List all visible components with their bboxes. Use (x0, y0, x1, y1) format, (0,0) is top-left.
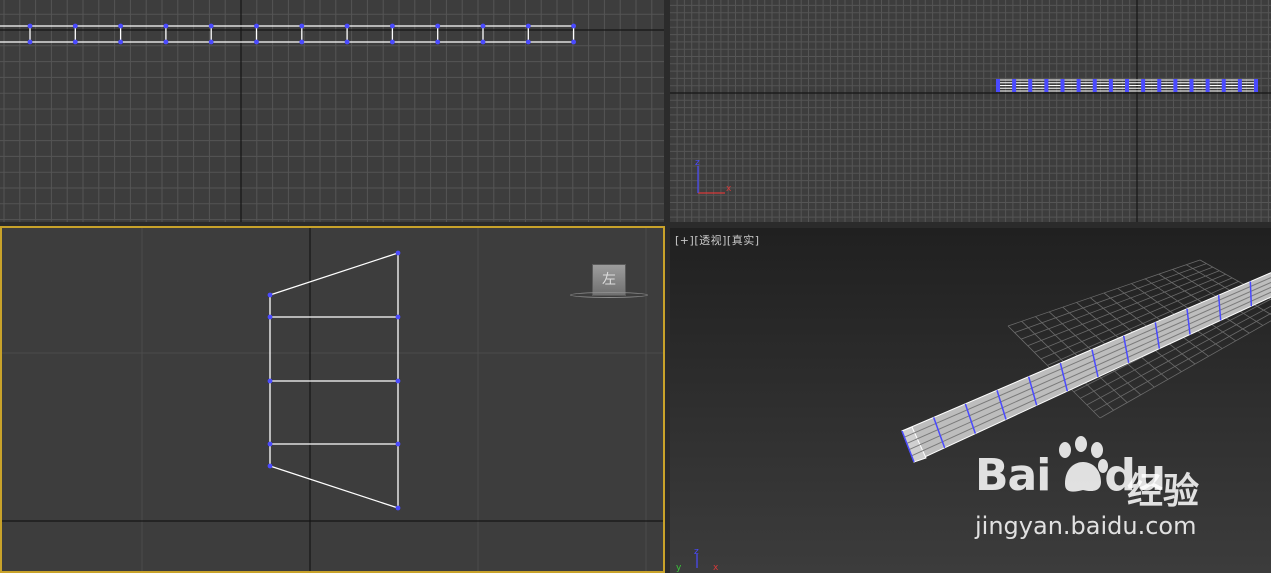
vertex-column (1060, 79, 1065, 92)
front-viewport-canvas: xz (670, 0, 1271, 222)
vertex-point (208, 39, 214, 45)
vertex-point (525, 39, 531, 45)
axis-z-label: z (695, 158, 700, 168)
vertex-column (1092, 79, 1097, 92)
vertex-point (480, 23, 486, 29)
left-viewport-canvas (0, 226, 665, 573)
beam-side-face (901, 272, 1271, 463)
beam-vertex-column (1249, 281, 1253, 307)
vertex-point (267, 314, 273, 320)
vertex-point (118, 23, 123, 29)
vertex-column (1108, 79, 1113, 92)
vertex-point (267, 463, 273, 469)
vertex-point (27, 39, 33, 45)
viewport-background (0, 0, 664, 222)
vertex-column (1125, 79, 1129, 92)
vertex-point (480, 39, 486, 45)
viewport-label: [+][透视][真实] (675, 232, 760, 248)
vertex-point (163, 23, 169, 29)
vertex-column (1076, 79, 1081, 92)
vertex-point (72, 39, 78, 45)
viewport-menu-view[interactable]: [透视] (694, 234, 727, 247)
vertex-column (1012, 79, 1017, 92)
front-viewport[interactable]: xz (670, 0, 1271, 222)
axis-x-label: x (726, 184, 732, 194)
top-viewport[interactable] (0, 0, 664, 222)
vertex-point (267, 441, 273, 447)
vertex-point (254, 23, 259, 29)
vertex-point (344, 23, 350, 29)
vertex-column (1141, 79, 1146, 92)
vertex-point (163, 39, 169, 45)
vertex-point (571, 23, 576, 29)
vertex-column (1189, 79, 1194, 92)
vertex-point (395, 250, 401, 256)
vertex-point (390, 39, 395, 45)
vertex-point (395, 441, 401, 447)
vertex-point (571, 39, 576, 45)
axis-x-label: x (713, 563, 719, 573)
perspective-viewport-canvas: y z x (676, 259, 1271, 573)
left-viewport[interactable]: 左 (0, 226, 665, 573)
viewport-menu-shading[interactable]: [真实] (727, 234, 760, 247)
vertex-column (1028, 79, 1033, 92)
vertex-point (72, 23, 78, 29)
vertex-point (344, 39, 350, 45)
vertex-point (118, 39, 123, 45)
vertex-point (254, 39, 259, 45)
vertex-column (1157, 79, 1162, 92)
vertex-point (208, 23, 214, 29)
vertex-column (1237, 79, 1242, 92)
axis-z-label: z (694, 547, 699, 557)
vertex-point (27, 23, 33, 29)
vertex-column (1205, 79, 1210, 92)
perspective-viewport[interactable]: y z x [+][透视][真实] (670, 228, 1271, 573)
viewcube[interactable]: 左 (570, 264, 648, 304)
vertex-point (299, 23, 305, 29)
vertex-point (525, 23, 531, 29)
top-viewport-canvas (0, 0, 664, 222)
vertex-point (395, 378, 401, 384)
vertex-column (1254, 79, 1258, 92)
vertex-column (1044, 79, 1049, 92)
vertex-point (267, 378, 273, 384)
vertex-point (395, 314, 401, 320)
vertex-point (299, 39, 305, 45)
viewport-menu-plus[interactable]: [+] (675, 234, 694, 247)
vertex-column (996, 79, 1000, 92)
vertex-column (1221, 79, 1226, 92)
vertex-point (390, 23, 395, 29)
viewcube-compass-ring[interactable] (570, 292, 648, 298)
vertex-point (435, 23, 441, 29)
vertex-point (395, 505, 401, 511)
vertex-point (267, 292, 273, 298)
vertex-point (435, 39, 441, 45)
axis-y-label: y (676, 563, 682, 573)
vertex-column (1173, 79, 1178, 92)
